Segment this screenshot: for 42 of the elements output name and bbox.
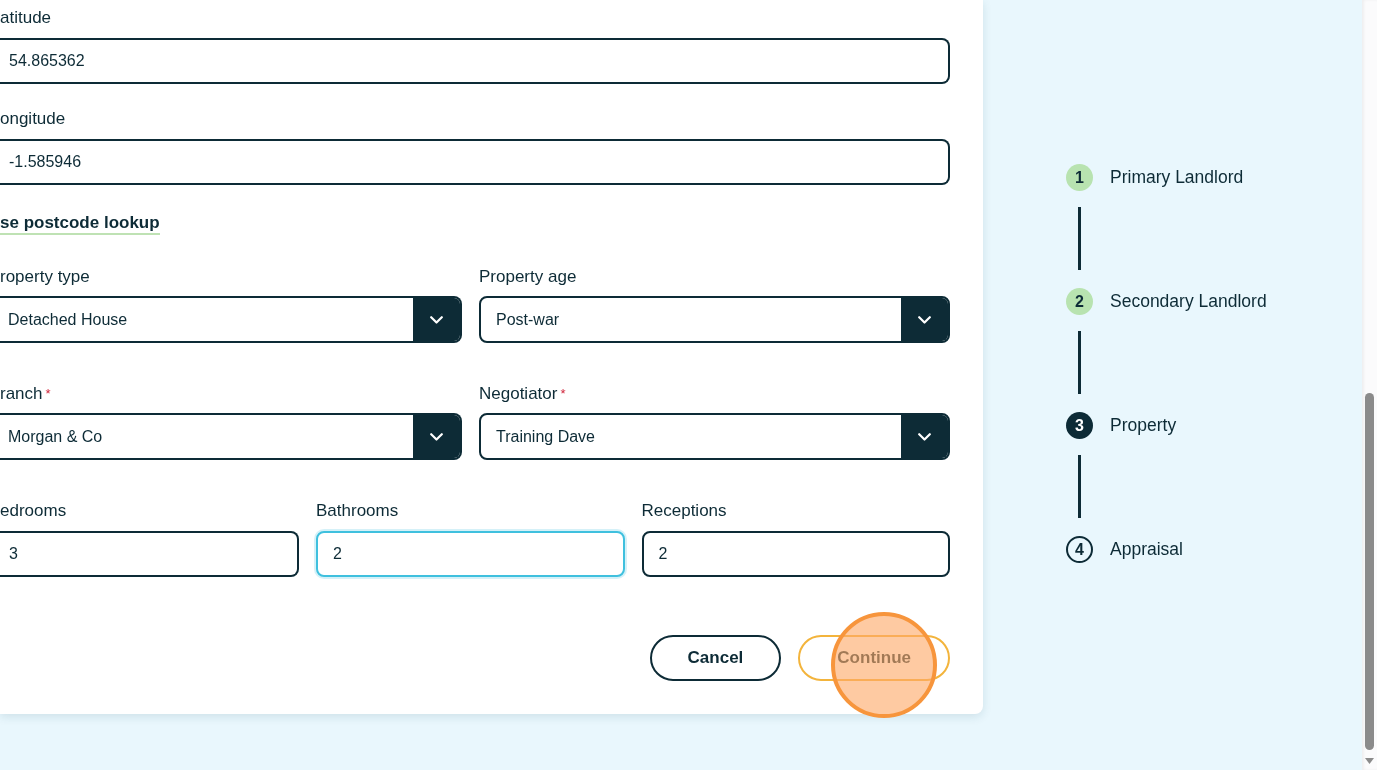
field-label: Receptions bbox=[641, 501, 727, 521]
step-label: Primary Landlord bbox=[1110, 167, 1244, 188]
dropdown-toggle[interactable] bbox=[413, 415, 460, 458]
dropdown[interactable]: Post-war bbox=[479, 296, 950, 343]
postcode-lookup-link[interactable]: se postcode lookup bbox=[0, 213, 160, 235]
step-label: Appraisal bbox=[1110, 539, 1183, 560]
chevron-down-icon bbox=[918, 315, 931, 324]
step-number: 3 bbox=[1066, 412, 1093, 439]
dropdown-toggle[interactable] bbox=[413, 298, 460, 341]
input-field[interactable]: 3 bbox=[0, 531, 299, 577]
step-number: 1 bbox=[1066, 164, 1093, 191]
field-label: ongitude bbox=[0, 109, 66, 129]
input-field[interactable]: 2 bbox=[316, 531, 625, 577]
step-connector bbox=[1078, 207, 1081, 270]
scrollbar[interactable] bbox=[1362, 0, 1377, 770]
dropdown[interactable]: Detached House bbox=[0, 296, 462, 343]
field-label: Property age bbox=[479, 267, 577, 287]
step-connector bbox=[1078, 455, 1081, 518]
step-label: Property bbox=[1110, 415, 1177, 436]
input-field[interactable]: 2 bbox=[641, 531, 950, 577]
field-label: Bathrooms bbox=[316, 501, 399, 521]
step-connector bbox=[1078, 331, 1081, 394]
input-field[interactable]: -1.585946 bbox=[0, 139, 950, 185]
scrollbar-thumb[interactable] bbox=[1365, 393, 1374, 750]
scroll-down-arrow-icon[interactable] bbox=[1365, 758, 1374, 764]
chevron-down-icon bbox=[918, 432, 931, 441]
step-number: 4 bbox=[1066, 536, 1093, 563]
field-label: edrooms bbox=[0, 501, 67, 521]
dropdown-toggle[interactable] bbox=[901, 298, 948, 341]
dropdown[interactable]: Training Dave bbox=[479, 413, 950, 460]
step-label: Secondary Landlord bbox=[1110, 291, 1267, 312]
dropdown[interactable]: Morgan & Co bbox=[0, 413, 462, 460]
chevron-down-icon bbox=[430, 432, 443, 441]
cancel-button[interactable]: Cancel bbox=[649, 635, 782, 681]
step-number: 2 bbox=[1066, 288, 1093, 315]
field-label: atitude bbox=[0, 8, 52, 28]
field-label: Negotiator * bbox=[479, 384, 566, 404]
dropdown-toggle[interactable] bbox=[901, 415, 948, 458]
input-field[interactable]: 54.865362 bbox=[0, 38, 950, 84]
chevron-down-icon bbox=[430, 315, 443, 324]
field-label: roperty type bbox=[0, 267, 90, 287]
field-label: ranch * bbox=[0, 384, 51, 404]
